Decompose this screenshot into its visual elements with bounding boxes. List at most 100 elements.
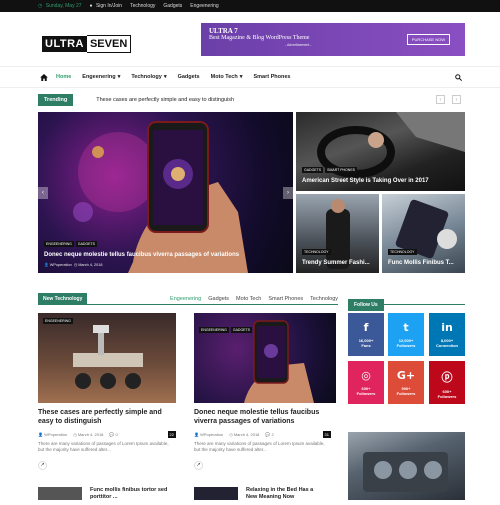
tag-technology[interactable]: TECHNOLOGY — [388, 248, 417, 255]
tag-technology[interactable]: TECHNOLOGY — [302, 248, 331, 255]
list-item[interactable]: Func mollis finibus tortor sed porttitor… — [38, 487, 170, 500]
featured-bottom-left-caption: TECHNOLOGY Trendy Summer Fashi... — [302, 240, 370, 267]
chevron-down-icon: ▾ — [239, 74, 243, 80]
pinterest-icon[interactable]: p — [74, 0, 77, 28]
engine-photo — [363, 452, 448, 492]
nav-smart-phones[interactable]: Smart Phones — [253, 74, 290, 80]
follow-label: Followers — [396, 343, 416, 348]
linkedin-icon: in — [441, 321, 453, 334]
tab-moto-tech[interactable]: Moto Tech — [236, 296, 261, 302]
featured-bottom-left[interactable]: TECHNOLOGY Trendy Summer Fashi... — [296, 194, 379, 273]
list-item[interactable]: Relaxing in the Bed Has a New Meaning No… — [194, 487, 326, 500]
post-meta: 👤 WPoperation ◷ March 4, 2018 💬 0 22 — [38, 431, 176, 439]
facebook-follow[interactable]: f 16,000+ Fans — [348, 313, 384, 356]
post-title[interactable]: These cases are perfectly simple and eas… — [38, 408, 176, 426]
post-title[interactable]: Donec neque molestie tellus faucibus viv… — [194, 408, 331, 426]
featured-bottom-right[interactable]: TECHNOLOGY Func Mollis Finibus T... — [382, 194, 465, 273]
post-excerpt: There are many variations of passages of… — [194, 441, 325, 453]
top-link-gadgets[interactable]: Gadgets — [163, 3, 182, 9]
home-icon[interactable] — [40, 73, 48, 81]
site-logo[interactable]: ULTRA SEVEN — [42, 34, 132, 54]
slider-next-icon[interactable]: › — [283, 187, 293, 199]
post-card[interactable]: ENGEENERING GADGETS Donec neque molestie … — [194, 313, 336, 470]
featured-top-right[interactable]: GADGETS SMART PHONES American Street Styl… — [296, 112, 465, 191]
tag-engeenering[interactable]: ENGEENERING — [44, 240, 74, 247]
advertisement-banner[interactable]: ULTRA 7 Best Magazine & Blog WordPress T… — [201, 23, 465, 56]
author[interactable]: 👤 WPoperation — [194, 432, 223, 437]
search-icon[interactable] — [455, 74, 462, 81]
twitter-follow[interactable]: t 12,000+ Followers — [388, 313, 424, 356]
post-title[interactable]: Func mollis finibus tortor sed porttitor… — [90, 487, 170, 500]
top-link-engeenering[interactable]: Engeenering — [190, 3, 218, 9]
signin-link[interactable]: ● Sign In/Join — [90, 3, 123, 9]
twitter-icon[interactable]: t — [46, 0, 48, 28]
prev-arrow-icon[interactable]: ‹ — [436, 95, 445, 104]
facebook-icon[interactable]: f — [38, 0, 40, 28]
post-title[interactable]: Relaxing in the Bed Has a New Meaning No… — [246, 487, 326, 500]
post-image[interactable]: ENGEENERING GADGETS — [194, 313, 336, 403]
view-count-badge: 22 — [167, 431, 176, 439]
featured-top-right-title[interactable]: American Street Style is Taking Over in … — [302, 178, 429, 185]
pinterest-follow[interactable]: ⓟ 600+ Followers — [429, 361, 465, 404]
nav-moto-tech[interactable]: Moto Tech ▾ — [211, 74, 243, 80]
instagram-follow[interactable]: ◎ 600+ Followers — [348, 361, 384, 404]
post-date: ◷ March 4, 2018 — [73, 432, 104, 438]
post-thumbnail[interactable] — [38, 487, 82, 500]
top-link-technology[interactable]: Technology — [130, 3, 155, 9]
trending-label: Trending — [38, 94, 74, 106]
trending-text[interactable]: These cases are perfectly simple and eas… — [96, 97, 234, 103]
featured-bottom-left-title[interactable]: Trendy Summer Fashi... — [302, 260, 370, 267]
featured-bottom-right-title[interactable]: Func Mollis Finibus T... — [388, 260, 454, 267]
section-label: New Technology — [38, 292, 88, 305]
post-date-text: March 4, 2018 — [233, 432, 260, 438]
nav-technology[interactable]: Technology ▾ — [131, 74, 166, 80]
tab-gadgets[interactable]: Gadgets — [208, 296, 229, 302]
post-image[interactable]: ENGEENERING — [38, 313, 176, 403]
tab-engeenering[interactable]: Engeenering — [170, 296, 201, 302]
signin-text: Sign In/Join — [95, 3, 123, 9]
author-name: WPoperation — [200, 432, 224, 438]
comment-count-text: 0 — [115, 432, 118, 438]
share-icon[interactable]: ↗ — [38, 460, 47, 470]
tag-engeenering[interactable]: ENGEENERING — [43, 318, 73, 324]
author[interactable]: 👤 WPoperation — [38, 432, 67, 437]
comment-count[interactable]: 💬 0 — [109, 432, 117, 437]
slider-prev-icon[interactable]: ‹ — [38, 187, 48, 199]
tag-engeenering[interactable]: ENGEENERING — [199, 327, 229, 333]
author[interactable]: WPoperation — [50, 263, 72, 267]
google-plus-icon: G+ — [396, 369, 416, 382]
twitter-icon: t — [403, 321, 409, 334]
featured-main-title[interactable]: Donec neque molestie tellus faucibus viv… — [44, 252, 239, 259]
post-thumbnail[interactable] — [194, 487, 238, 500]
tab-smart-phones[interactable]: Smart Phones — [268, 296, 303, 302]
purchase-button[interactable]: PURCHASE NOW — [406, 34, 450, 45]
nav-moto-tech-label: Moto Tech — [210, 74, 238, 80]
post-date: ◷ March 4, 2018 — [229, 432, 260, 438]
next-arrow-icon[interactable]: › — [452, 95, 461, 104]
follow-label: Followers — [396, 391, 416, 396]
author-name: WPoperation — [44, 432, 68, 438]
tag-gadgets[interactable]: GADGETS — [230, 327, 252, 333]
linkedin-follow[interactable]: in 8,000+ Connection — [429, 313, 465, 356]
dribbble-icon[interactable]: ◎ — [83, 0, 87, 28]
post-date: March 4, 2018 — [78, 263, 103, 267]
featured-main[interactable]: ‹ › ENGEENERING GADGETS Donec neque moles… — [38, 112, 293, 273]
nav-gadgets[interactable]: Gadgets — [178, 74, 200, 80]
follow-label: Followers — [356, 391, 376, 396]
nav-engeenering-label: Engeenering — [82, 74, 116, 80]
tag-gadgets[interactable]: GADGETS — [75, 240, 97, 247]
logo-part2: SEVEN — [89, 38, 128, 50]
sidebar-image[interactable] — [348, 432, 465, 500]
youtube-icon[interactable]: ▶ — [64, 0, 68, 28]
tab-technology[interactable]: Technology — [310, 296, 338, 302]
google-plus-follow[interactable]: G+ 900+ Followers — [388, 361, 424, 404]
nav-home[interactable]: Home — [56, 74, 71, 80]
share-icon[interactable]: ↗ — [194, 460, 203, 470]
linkedin-icon[interactable]: in — [53, 0, 57, 28]
post-card[interactable]: ENGEENERING These cases are perfectly si… — [38, 313, 176, 470]
tag-smart-phones[interactable]: SMART PHONES — [325, 166, 358, 173]
nav-engeenering[interactable]: Engeenering ▾ — [82, 74, 120, 80]
main-nav: Home Engeenering ▾ Technology ▾ Gadgets Mo… — [0, 66, 500, 88]
tag-gadgets[interactable]: GADGETS — [302, 166, 324, 173]
comment-count[interactable]: 💬 2 — [265, 432, 273, 437]
